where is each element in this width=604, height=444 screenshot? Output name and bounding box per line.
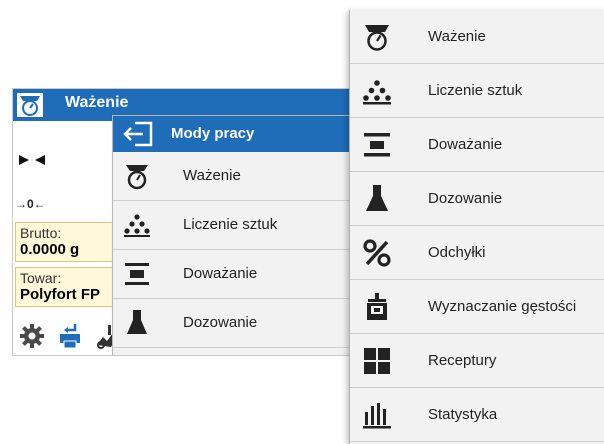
mini-item-weighing[interactable]: Ważenie [113,152,349,201]
work-modes-header: Mody pracy [113,116,349,152]
dosing-icon [123,309,151,337]
dosing-icon [362,184,392,214]
menu-item-weighing[interactable]: Ważenie [350,10,604,64]
work-modes-title: Mody pracy [171,125,255,142]
brutto-value: 0.0000 g [20,241,80,258]
weighing-icon[interactable] [17,93,43,117]
towar-label: Towar: [20,270,62,286]
checkweighing-icon [362,130,392,160]
menu-item-label: Ważenie [428,28,486,45]
percent-icon [362,238,392,268]
statistics-icon [362,400,392,430]
menu-item-label: Liczenie sztuk [428,82,523,99]
weighing-icon [362,22,392,52]
density-icon [362,292,392,322]
parts-counting-icon [123,211,151,239]
brutto-label: Brutto: [20,225,62,241]
work-modes-menu: Mody pracy Ważenie Liczenie sztuk Doważa… [112,115,349,355]
menu-item-deviations[interactable]: Odchyłki [350,226,604,280]
mini-item-dosing[interactable]: Dozowanie [113,299,349,348]
mini-item-parts-counting[interactable]: Liczenie sztuk [113,201,349,250]
mini-item-label: Dozowanie [183,314,258,331]
menu-item-parts-counting[interactable]: Liczenie sztuk [350,64,604,118]
menu-item-label: Dozowanie [428,190,503,207]
brutto-field[interactable]: Brutto: 0.0000 g [15,222,127,262]
stability-marker-icon [19,155,45,165]
menu-item-label: Wyznaczanie gęstości [428,298,577,315]
towar-field[interactable]: Towar: Polyfort FP [15,267,127,307]
menu-item-formulations[interactable]: Receptury [350,334,604,388]
gear-icon[interactable] [19,323,45,349]
menu-item-label: Receptury [428,352,497,369]
checkweighing-icon [123,260,151,288]
menu-item-density[interactable]: Wyznaczanie gęstości [350,280,604,334]
balance-screen: Ważenie →0← Brutto: 0.0000 g Towar: Poly… [12,88,350,356]
work-modes-list: Ważenie Liczenie sztuk Doważanie Dozowan… [349,10,604,444]
menu-item-label: Odchyłki [428,244,486,261]
mini-item-label: Liczenie sztuk [183,216,278,233]
parts-counting-icon [362,76,392,106]
mini-item-checkweighing[interactable]: Doważanie [113,250,349,299]
menu-item-label: Doważanie [428,136,503,153]
menu-item-dosing[interactable]: Dozowanie [350,172,604,226]
page-title: Ważenie [65,94,129,111]
formulation-icon [362,346,392,376]
menu-item-label: Statystyka [428,406,498,423]
printer-icon[interactable] [57,323,83,349]
mini-item-label: Ważenie [183,167,241,184]
back-icon[interactable] [121,121,153,147]
weighing-icon [123,162,151,190]
zero-indicator: →0← [15,197,46,211]
towar-value: Polyfort FP [20,286,101,303]
menu-item-checkweighing[interactable]: Doważanie [350,118,604,172]
mini-item-label: Doważanie [183,265,258,282]
menu-item-statistics[interactable]: Statystyka [350,388,604,442]
